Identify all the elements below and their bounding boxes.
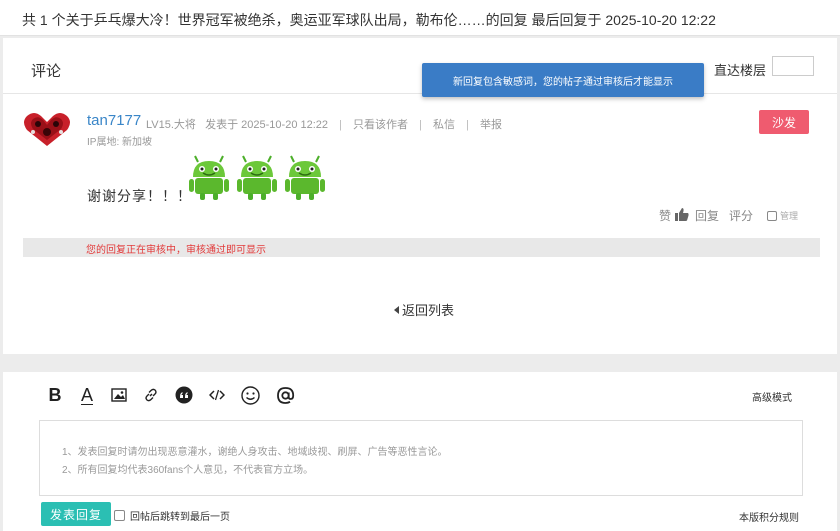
thumbs-up-icon[interactable] (675, 207, 689, 224)
meta-separator: | (466, 119, 469, 131)
comment-text: 谢谢分享！！！ (87, 188, 192, 204)
reply-textarea[interactable]: 1、发表回复时请勿出现恶意灌水，谢绝人身攻击、地域歧视、刷屏、广告等恶性言论。 … (39, 420, 803, 496)
back-to-list-label: 返回列表 (402, 303, 455, 318)
post-time: 发表于 2025-10-20 12:22 (205, 119, 329, 131)
post-actions: 赞 回复 评分 管理 (659, 207, 798, 224)
thread-summary-bar: 共 1 个关于乒乓爆大冷！世界冠军被绝杀，奥运亚军球队出局，勒布伦……的回复 最… (0, 0, 840, 36)
caret-left-icon (394, 305, 399, 314)
sofa-label: 沙发 (771, 115, 796, 130)
meta-separator: | (339, 119, 342, 131)
jump-last-label: 回帖后跳转到最后一页 (130, 512, 230, 523)
username-link[interactable]: tan7177 (87, 112, 141, 129)
advanced-mode-link[interactable]: 高级模式 (752, 389, 792, 404)
tooltip-text: 新回复包含敏感词，您的帖子通过审核后才能显示 (453, 76, 673, 88)
android-emoji-icon (285, 155, 325, 200)
credit-rules-link[interactable]: 本版积分规则 (739, 509, 799, 524)
smiley-icon[interactable] (241, 384, 260, 406)
code-icon[interactable] (209, 384, 225, 406)
jump-floor-input[interactable] (772, 56, 814, 76)
sensitive-word-tooltip: 新回复包含敏感词，您的帖子通过审核后才能显示 (422, 63, 704, 97)
manage-checkbox[interactable] (767, 210, 778, 221)
review-pending-notice: 您的回复正在审核中，审核通过即可显示 (23, 238, 820, 257)
at-mention-icon[interactable] (276, 384, 295, 406)
bold-button[interactable]: B (47, 384, 63, 406)
submit-reply-button[interactable]: 发表回复 (41, 502, 111, 526)
link-icon[interactable] (143, 384, 159, 406)
comments-header: 评论 直达楼层 (3, 38, 837, 94)
review-notice-text: 您的回复正在审核中，审核通过即可显示 (86, 245, 266, 256)
jump-last-checkbox[interactable] (114, 510, 125, 521)
emoji-stickers (189, 155, 329, 201)
android-emoji-icon (237, 155, 277, 200)
user-level: LV15.大将 (146, 119, 196, 131)
back-to-list-link[interactable]: 返回列表 (394, 300, 454, 319)
android-emoji-icon (189, 155, 229, 200)
report-link[interactable]: 举报 (480, 119, 502, 131)
rate-link[interactable]: 评分 (729, 207, 753, 224)
jump-to-last-page-option[interactable]: 回帖后跳转到最后一页 (114, 508, 230, 523)
manage-label: 管理 (780, 211, 799, 221)
posting-guideline-2: 2、所有回复均代表360fans个人意见，不代表官方立场。 (62, 465, 314, 476)
image-icon[interactable] (111, 384, 127, 406)
comments-panel: 评论 直达楼层 新回复包含敏感词，您的帖子通过审核后才能显示 tan7177 L… (3, 38, 837, 354)
quote-icon[interactable] (175, 384, 193, 406)
posting-guideline-1: 1、发表回复时请勿出现恶意灌水，谢绝人身攻击、地域歧视、刷屏、广告等恶性言论。 (62, 447, 448, 458)
only-author-link[interactable]: 只看该作者 (353, 119, 408, 131)
comments-title: 评论 (31, 63, 62, 80)
reply-editor-panel: B A 高级模式 1、发表回复时请勿出现恶意灌水，谢绝人身攻击、地域歧视、刷屏、… (3, 372, 837, 531)
like-label[interactable]: 赞 (659, 207, 671, 224)
font-color-button[interactable]: A (79, 384, 95, 406)
post-meta: LV15.大将 发表于 2025-10-20 12:22 | 只看该作者 | 私… (146, 116, 502, 132)
sofa-floor-badge[interactable]: 沙发 (759, 110, 809, 134)
meta-separator: | (419, 119, 422, 131)
private-message-link[interactable]: 私信 (433, 119, 455, 131)
thread-summary-text: 共 1 个关于乒乓爆大冷！世界冠军被绝杀，奥运亚军球队出局，勒布伦……的回复 最… (22, 12, 716, 28)
submit-reply-label: 发表回复 (49, 507, 102, 522)
reply-link[interactable]: 回复 (695, 207, 719, 224)
avatar[interactable] (21, 110, 73, 148)
editor-toolbar: B A (47, 384, 311, 406)
ip-location: IP属地: 新加坡 (87, 137, 153, 148)
jump-floor-label: 直达楼层 (714, 63, 767, 78)
